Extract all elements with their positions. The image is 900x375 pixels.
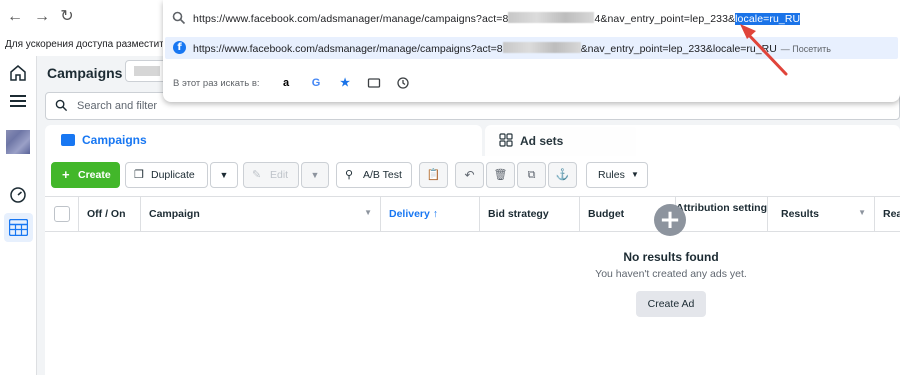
empty-state-subtitle: You haven't created any ads yet. [595, 268, 747, 280]
trash-icon: 🗑 [493, 169, 508, 181]
preview-button[interactable]: ⧉ [517, 162, 546, 188]
select-all-column [45, 197, 79, 231]
tag-icon: ⚓ [555, 169, 570, 181]
gauge-icon[interactable] [8, 186, 28, 206]
plus-icon: + [62, 167, 70, 182]
caret-down-icon: ▼ [219, 170, 229, 180]
arrow-left-icon[interactable]: ← [6, 8, 24, 26]
redacted-account-id [508, 12, 595, 23]
column-off-on[interactable]: Off / On [79, 197, 141, 231]
reload-icon[interactable]: ↻ [58, 8, 76, 26]
clipboard-icon: 📋 [426, 169, 441, 181]
left-navigation-rail [0, 56, 37, 375]
search-icon [55, 99, 68, 115]
undo-icon: ↶ [464, 168, 475, 182]
column-results[interactable]: Results ▼ [768, 197, 875, 231]
google-icon[interactable]: G [309, 76, 323, 90]
tab-ad-sets-label: Ad sets [520, 134, 564, 148]
edit-dropdown[interactable]: ▼ [301, 162, 329, 188]
redacted-account-id [502, 42, 581, 53]
caret-down-icon: ▼ [364, 208, 372, 217]
select-all-checkbox[interactable] [54, 206, 70, 222]
search-placeholder: Search and filter [77, 100, 158, 112]
duplicate-button[interactable]: ❐ Duplicate [125, 162, 208, 188]
tab-icon[interactable] [367, 76, 381, 90]
caret-down-icon: ▼ [631, 170, 639, 179]
caret-down-icon: ▼ [858, 208, 866, 217]
column-attribution-setting[interactable]: Attribution setting [676, 197, 768, 231]
tag-button[interactable]: ⚓ [548, 162, 577, 188]
rules-button[interactable]: Rules ▼ [586, 162, 648, 188]
bookmarks-hint: Для ускорения доступа разместите сво [5, 39, 165, 50]
duplicate-icon: ❐ [134, 169, 144, 181]
search-in-label: В этот раз искать в: [173, 78, 260, 89]
address-url[interactable]: https://www.facebook.com/adsmanager/mana… [193, 12, 801, 25]
star-icon[interactable]: ★ [338, 76, 352, 90]
add-circle-icon: + [654, 204, 686, 236]
duplicate-dropdown[interactable]: ▼ [210, 162, 238, 188]
caret-down-icon: ▼ [310, 170, 320, 180]
empty-state-title: No results found [623, 250, 719, 264]
tab-ad-sets[interactable]: Ad sets [485, 125, 900, 159]
sort-ascending-icon: ↑ [432, 208, 439, 220]
page-title: Campaigns [47, 65, 123, 81]
arrow-right-icon[interactable]: → [33, 8, 51, 26]
campaign-table-header: Off / On Campaign ▼ Delivery ↑ Bid strate… [45, 196, 900, 232]
column-campaign[interactable]: Campaign ▼ [141, 197, 381, 231]
facebook-icon: f [173, 41, 186, 54]
home-icon[interactable] [8, 64, 28, 84]
delete-button[interactable]: 🗑 [486, 162, 515, 188]
campaigns-nav-active[interactable] [4, 213, 33, 242]
edit-button[interactable]: ✎ Edit [243, 162, 299, 188]
create-button[interactable]: + Create [51, 162, 120, 188]
create-ad-button[interactable]: Create Ad [636, 291, 706, 317]
ab-test-button[interactable]: ⚲ A/B Test [336, 162, 412, 188]
clipboard-button[interactable]: 📋 [419, 162, 448, 188]
column-bid-strategy[interactable]: Bid strategy [480, 197, 580, 231]
column-delivery[interactable]: Delivery ↑ [381, 197, 480, 231]
history-icon[interactable] [396, 76, 410, 90]
amazon-icon[interactable]: a [279, 76, 293, 90]
grid-icon [499, 133, 513, 147]
menu-icon[interactable] [8, 94, 28, 114]
undo-button[interactable]: ↶ [455, 162, 484, 188]
table-icon [9, 219, 28, 236]
folder-icon [61, 134, 75, 146]
column-reach[interactable]: Rea [875, 197, 900, 231]
preview-icon: ⧉ [527, 169, 536, 181]
flask-icon: ⚲ [345, 169, 354, 181]
search-icon [172, 11, 186, 25]
campaigns-panel [45, 156, 900, 375]
pencil-icon: ✎ [252, 169, 262, 181]
annotation-arrow [740, 24, 788, 76]
tab-campaigns-label: Campaigns [82, 133, 147, 147]
account-avatar[interactable] [6, 130, 30, 154]
ads-manager-main: Campaigns Search and filter Campaigns Ad… [37, 56, 900, 375]
